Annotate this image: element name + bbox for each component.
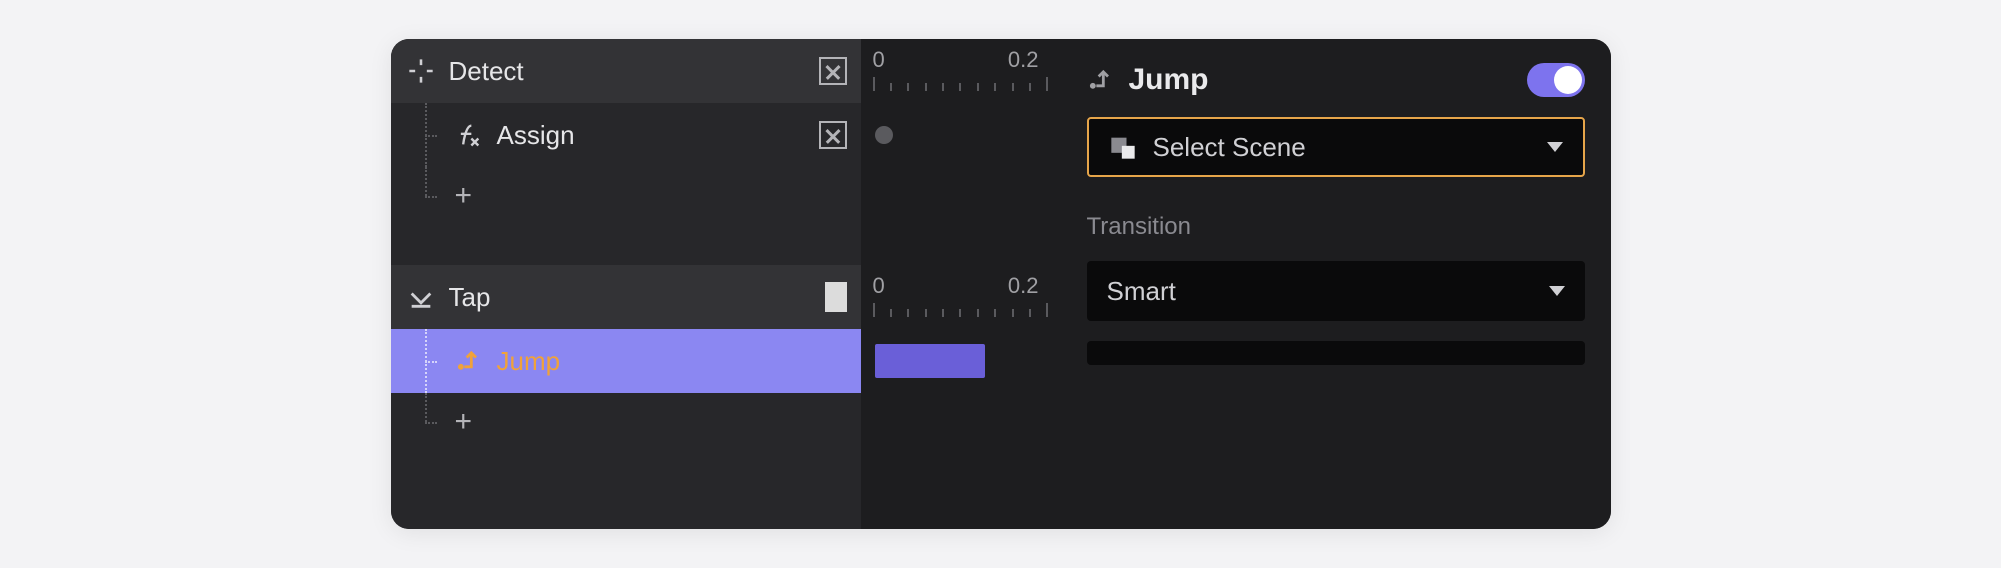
tree-item-jump[interactable]: Jump [391,329,861,393]
scene-select[interactable]: Select Scene [1087,117,1585,177]
timeline-track-jump[interactable] [861,329,1061,393]
editor-panel: Detect Assign + [391,39,1611,529]
chevron-down-icon [1549,286,1565,296]
tree-spacer [391,225,861,265]
jump-icon [1087,66,1115,94]
thumbnail-icon [825,282,847,312]
tree-item-label: Assign [497,120,805,151]
transition-section-label: Transition [1087,213,1585,241]
tree-item-label: Detect [449,56,805,87]
ruler-start: 0 [873,47,885,73]
timeline-ruler[interactable]: 0 0.2 [861,39,1061,103]
plus-icon: + [455,407,473,437]
ruler-start: 0 [873,273,885,299]
tree-guide-icon [419,167,441,225]
tree-group-tap: Tap Jump + [391,265,861,451]
ruler-ticks [873,303,1049,317]
tree-item-label: Tap [449,282,811,313]
tree-item-label: Jump [497,346,847,377]
timeline-spacer [861,225,1061,265]
tree-item-tap[interactable]: Tap [391,265,861,329]
ruler-end: 0.2 [1008,47,1039,73]
ruler-end: 0.2 [1008,273,1039,299]
tree-guide-icon [419,393,441,451]
keyframe-dot[interactable] [875,126,893,144]
scene-select-label: Select Scene [1153,132,1531,163]
next-select-peek[interactable] [1087,341,1585,365]
scene-icon [1109,133,1137,161]
tap-icon [407,283,435,311]
tree-item-assign[interactable]: Assign [391,103,861,167]
layer-tree: Detect Assign + [391,39,861,529]
chevron-down-icon [1547,142,1563,152]
detect-icon [407,57,435,85]
tree-add-child[interactable]: + [391,167,861,225]
tree-guide-icon [419,329,441,393]
inspector: Jump Select Scene Transition Smart [1061,39,1611,529]
inspector-title: Jump [1129,63,1513,97]
timeline-track-assign[interactable] [861,103,1061,167]
transition-select[interactable]: Smart [1087,261,1585,321]
inspector-header: Jump [1087,63,1585,97]
close-icon[interactable] [819,121,847,149]
tree-group-detect: Detect Assign + [391,39,861,225]
tree-guide-icon [419,103,441,167]
tree-add-child[interactable]: + [391,393,861,451]
clip-bar[interactable] [875,344,985,378]
jump-icon [455,347,483,375]
tree-item-detect[interactable]: Detect [391,39,861,103]
transition-select-value: Smart [1107,276,1533,307]
plus-icon: + [455,181,473,211]
close-icon[interactable] [819,57,847,85]
function-icon [455,121,483,149]
timeline: 0 0.2 0 0.2 [861,39,1061,529]
ruler-ticks [873,77,1049,91]
timeline-ruler[interactable]: 0 0.2 [861,265,1061,329]
timeline-spacer [861,167,1061,225]
enabled-toggle[interactable] [1527,63,1585,97]
